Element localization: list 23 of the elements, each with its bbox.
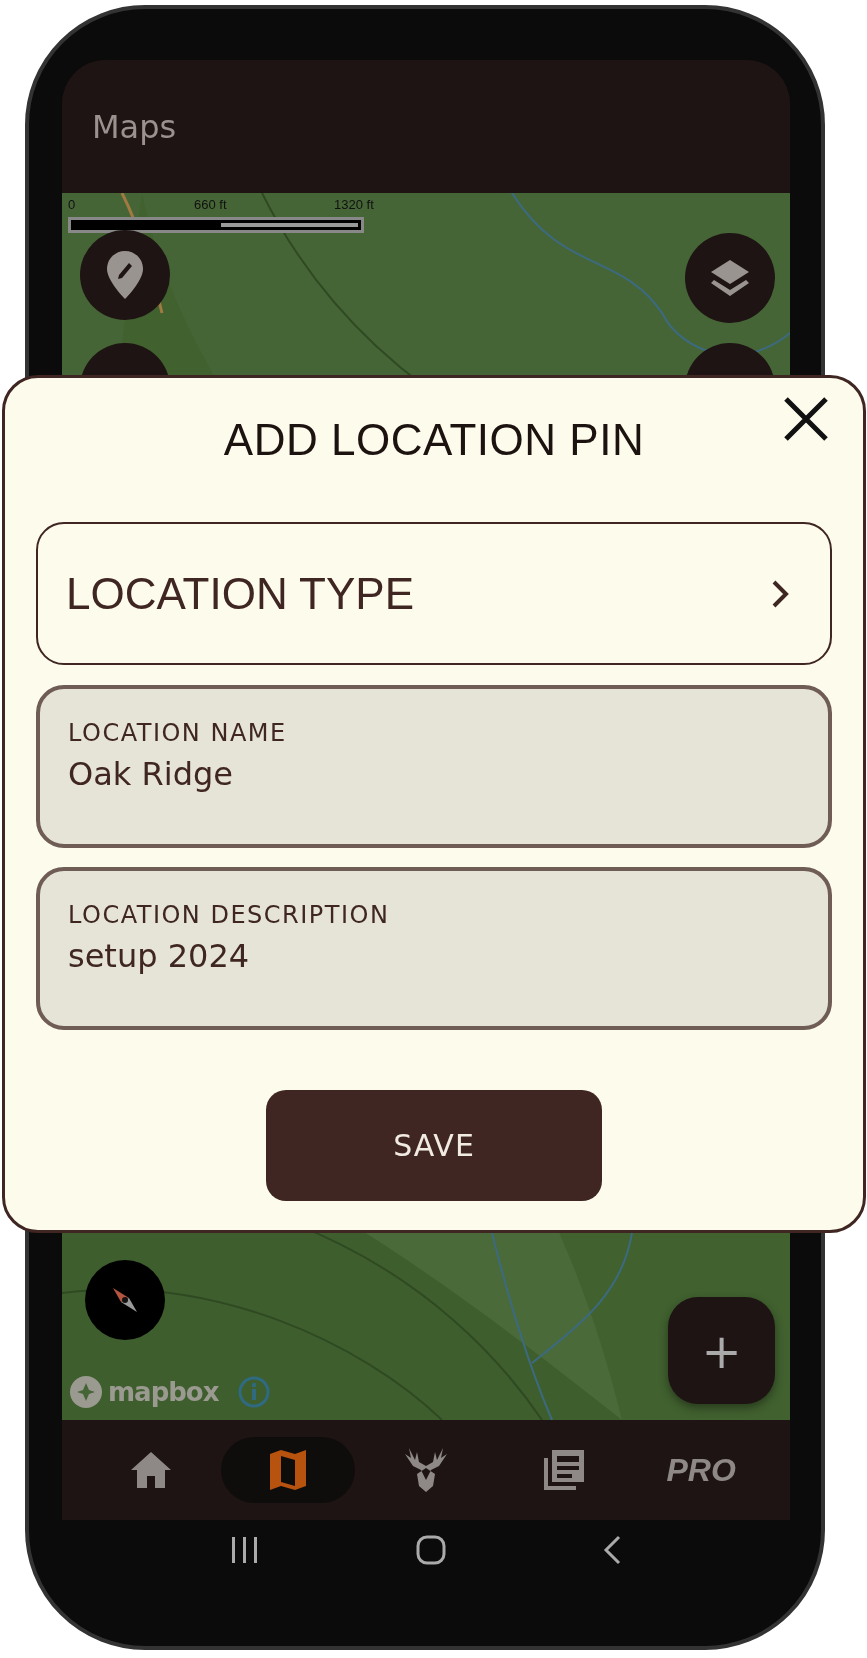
nav-tab[interactable]: PRO [666, 1451, 736, 1489]
location-type-selector[interactable]: LOCATION TYPE [36, 522, 832, 665]
scale-label: 0 [68, 197, 76, 212]
close-icon[interactable] [783, 396, 829, 442]
back-icon[interactable] [602, 1535, 622, 1565]
home-button-icon[interactable] [416, 1535, 446, 1565]
scale-label: 1320 ft [334, 197, 374, 212]
scale-label: 660 ft [194, 197, 227, 212]
news-icon[interactable] [541, 1448, 586, 1492]
selector-label: LOCATION TYPE [66, 568, 414, 619]
dialog-title: ADD LOCATION PIN [223, 415, 645, 465]
add-button[interactable]: + [668, 1297, 775, 1404]
logo-icon [68, 1374, 104, 1410]
recents-icon[interactable] [230, 1537, 260, 1563]
input-field[interactable]: Oak Ridge [68, 755, 800, 793]
field-label: LOCATION NAME [68, 719, 288, 747]
map-icon[interactable] [268, 1448, 309, 1492]
save-button[interactable]: SAVE [266, 1090, 602, 1201]
field-label: LOCATION DESCRIPTION [68, 901, 391, 929]
app-title: Maps [92, 107, 177, 146]
input-field[interactable]: setup 2024 [68, 937, 800, 975]
layers-icon [709, 258, 751, 298]
pin-edit-icon [107, 251, 143, 299]
